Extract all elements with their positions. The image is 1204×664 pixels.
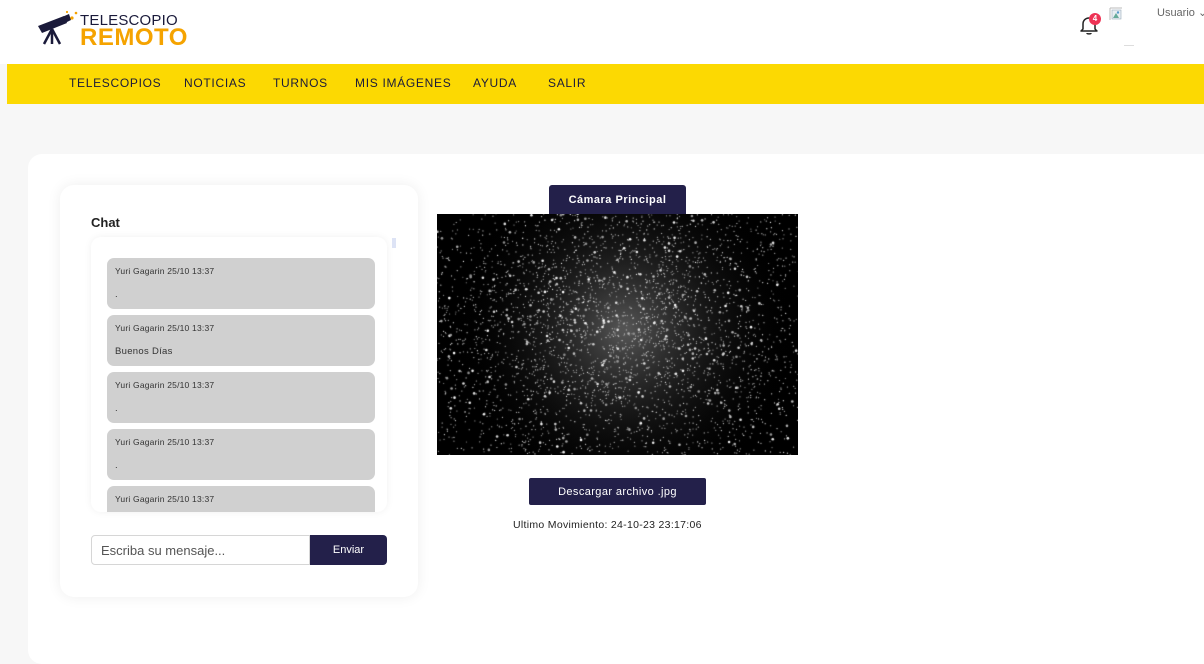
notification-badge: 4 bbox=[1089, 13, 1101, 25]
chat-message-meta: Yuri Gagarin 25/10 13:37 bbox=[115, 380, 215, 390]
nav-item-turnos[interactable]: TURNOS bbox=[273, 76, 328, 90]
last-movement-text: Ultimo Movimiento: 24-10-23 23:17:06 bbox=[513, 519, 702, 531]
nav-item-noticias[interactable]: NOTICIAS bbox=[184, 76, 246, 90]
chat-message-input[interactable] bbox=[91, 535, 310, 565]
chat-message-meta: Yuri Gagarin 25/10 13:37 bbox=[115, 266, 215, 276]
nav-item-telescopios[interactable]: TELESCOPIOS bbox=[69, 76, 161, 90]
site-logo[interactable]: TELESCOPIO REMOTO bbox=[34, 8, 187, 51]
chat-message-text: . bbox=[115, 289, 118, 300]
top-header: TELESCOPIO REMOTO 4 Usuario ⌄ bbox=[0, 0, 1204, 64]
download-jpg-button[interactable]: Descargar archivo .jpg bbox=[529, 478, 706, 505]
chat-message-meta: Yuri Gagarin 25/10 13:37 bbox=[115, 494, 215, 504]
send-button[interactable]: Enviar bbox=[310, 535, 387, 565]
chat-title: Chat bbox=[91, 215, 120, 230]
chat-message-meta: Yuri Gagarin 25/10 13:37 bbox=[115, 323, 215, 333]
chat-message-list[interactable]: Yuri Gagarin 25/10 13:37 . Yuri Gagarin … bbox=[91, 237, 387, 512]
chat-message: Yuri Gagarin 25/10 13:37 . bbox=[107, 429, 375, 480]
user-menu[interactable]: Usuario ⌄ bbox=[1157, 6, 1204, 19]
telescope-logo-icon bbox=[38, 10, 78, 45]
chat-message: Yuri Gagarin 25/10 13:37 Buenos Días bbox=[107, 315, 375, 366]
chat-message-text: . bbox=[115, 403, 118, 414]
nav-item-salir[interactable]: SALIR bbox=[548, 76, 586, 90]
main-nav: TELESCOPIOS NOTICIAS TURNOS MIS IMÁGENES… bbox=[7, 64, 1204, 104]
logo-text-bottom: REMOTO bbox=[80, 24, 188, 51]
chat-message: Yuri Gagarin 25/10 13:37 . bbox=[107, 372, 375, 423]
chat-message-meta: Yuri Gagarin 25/10 13:37 bbox=[115, 437, 215, 447]
chat-message-text: Buenos Días bbox=[115, 346, 173, 357]
chat-message: Yuri Gagarin 25/10 13:37 . bbox=[107, 258, 375, 309]
chat-message: Yuri Gagarin 25/10 13:37 bbox=[107, 486, 375, 512]
avatar[interactable] bbox=[1108, 6, 1148, 46]
nav-item-mis-imagenes[interactable]: MIS IMÁGENES bbox=[355, 76, 451, 90]
chat-message-text: . bbox=[115, 460, 118, 471]
tab-camara-principal[interactable]: Cámara Principal bbox=[549, 185, 686, 214]
camera-image bbox=[437, 214, 798, 455]
chat-scrollbar[interactable] bbox=[392, 238, 396, 248]
nav-item-ayuda[interactable]: AYUDA bbox=[473, 76, 517, 90]
